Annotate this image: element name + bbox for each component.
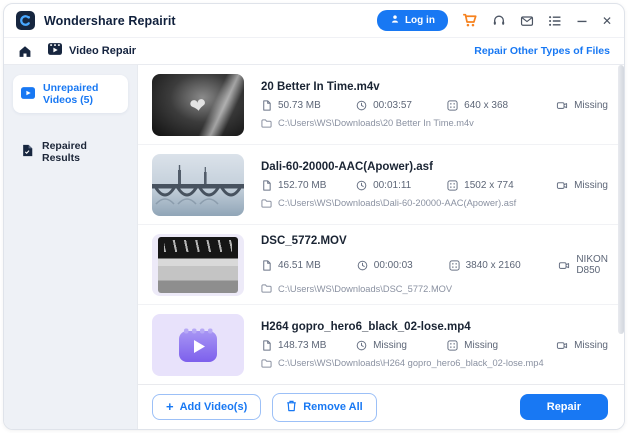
- sidebar-item-unrepaired-videos[interactable]: Unrepaired Videos (5): [13, 75, 128, 113]
- video-row[interactable]: DSC_5772.MOV 46.51 MB 00:00:03 3840 x 21…: [138, 225, 624, 305]
- video-row[interactable]: H264 gopro_hero6_black_02-lose.mp4 148.7…: [138, 305, 624, 384]
- unrepaired-videos-icon: [21, 87, 35, 102]
- add-videos-button[interactable]: + Add Video(s): [152, 394, 261, 420]
- video-repair-icon: [48, 42, 62, 60]
- camera-icon: [556, 100, 568, 111]
- camera-icon: [556, 340, 568, 351]
- remove-all-button[interactable]: Remove All: [272, 393, 377, 422]
- resolution-icon: [447, 180, 458, 191]
- video-duration: 00:01:11: [373, 180, 411, 191]
- video-title: 20 Better In Time.m4v: [261, 81, 608, 93]
- folder-icon: [261, 358, 272, 369]
- camera-icon: [556, 180, 568, 191]
- video-resolution: 640 x 368: [464, 100, 508, 111]
- video-row[interactable]: Dali-60-20000-AAC(Apower).asf 152.70 MB …: [138, 145, 624, 225]
- video-repair-label: Video Repair: [69, 45, 136, 57]
- video-title: Dali-60-20000-AAC(Apower).asf: [261, 161, 608, 173]
- login-label: Log in: [405, 15, 435, 26]
- navbar: Video Repair Repair Other Types of Files: [4, 38, 624, 65]
- video-row[interactable]: 20 Better In Time.m4v 50.73 MB 00:03:57 …: [138, 65, 624, 145]
- video-list: 20 Better In Time.m4v 50.73 MB 00:03:57 …: [138, 65, 624, 429]
- folder-icon: [261, 283, 272, 294]
- video-device: Missing: [574, 100, 608, 111]
- footer-toolbar: + Add Video(s) Remove All Repair: [138, 384, 624, 429]
- video-size: 50.73 MB: [278, 100, 321, 111]
- folder-icon: [261, 198, 272, 209]
- file-icon: [261, 340, 272, 351]
- user-icon: [390, 14, 400, 27]
- video-path: C:\Users\WS\Downloads\DSC_5772.MOV: [278, 284, 452, 294]
- video-duration: Missing: [373, 340, 407, 351]
- video-resolution: 3840 x 2160: [466, 260, 521, 271]
- file-icon: [261, 260, 272, 271]
- repaired-results-icon: [21, 144, 34, 160]
- video-resolution: 1502 x 774: [464, 180, 514, 191]
- plus-icon: +: [166, 402, 174, 412]
- sidebar: Unrepaired Videos (5) Repaired Results: [4, 65, 138, 429]
- resolution-icon: [449, 260, 460, 271]
- video-device: NIKON D850: [576, 254, 608, 276]
- sidebar-item-label: Unrepaired Videos (5): [43, 82, 120, 106]
- file-icon: [261, 100, 272, 111]
- video-size: 152.70 MB: [278, 180, 326, 191]
- minimize-icon[interactable]: [576, 15, 588, 27]
- clock-icon: [356, 100, 367, 111]
- resolution-icon: [447, 100, 458, 111]
- repair-button[interactable]: Repair: [520, 394, 608, 420]
- repairit-logo-icon: [16, 11, 35, 30]
- trash-icon: [286, 400, 297, 415]
- video-title: DSC_5772.MOV: [261, 235, 608, 247]
- app-window: Wondershare Repairit Log in ✕ Video Repa…: [3, 3, 625, 430]
- video-thumbnail: [152, 154, 244, 216]
- video-size: 46.51 MB: [278, 260, 321, 271]
- video-duration: 00:00:03: [374, 260, 413, 271]
- clock-icon: [356, 180, 367, 191]
- video-path: C:\Users\WS\Downloads\H264 gopro_hero6_b…: [278, 358, 544, 368]
- folder-icon: [261, 118, 272, 129]
- video-device: Missing: [574, 340, 608, 351]
- repair-other-types-link[interactable]: Repair Other Types of Files: [474, 45, 610, 57]
- login-button[interactable]: Log in: [377, 10, 448, 31]
- app-title: Wondershare Repairit: [44, 14, 176, 28]
- remove-all-label: Remove All: [303, 401, 363, 413]
- close-icon[interactable]: ✕: [602, 15, 612, 27]
- video-path: C:\Users\WS\Downloads\Dali-60-20000-AAC(…: [278, 198, 516, 208]
- video-size: 148.73 MB: [278, 340, 326, 351]
- clock-icon: [356, 340, 367, 351]
- file-icon: [261, 180, 272, 191]
- home-button[interactable]: [18, 45, 32, 58]
- video-thumbnail-placeholder: [152, 314, 244, 376]
- scrollbar[interactable]: [618, 65, 624, 334]
- camera-icon: [558, 260, 570, 271]
- titlebar: Wondershare Repairit Log in ✕: [4, 4, 624, 38]
- video-device: Missing: [574, 180, 608, 191]
- video-duration: 00:03:57: [373, 100, 412, 111]
- menu-list-icon[interactable]: [548, 15, 562, 27]
- video-resolution: Missing: [464, 340, 498, 351]
- clock-icon: [357, 260, 368, 271]
- video-title: H264 gopro_hero6_black_02-lose.mp4: [261, 321, 608, 333]
- video-thumbnail: [152, 234, 244, 296]
- resolution-icon: [447, 340, 458, 351]
- tab-video-repair[interactable]: Video Repair: [48, 42, 136, 60]
- video-path: C:\Users\WS\Downloads\20 Better In Time.…: [278, 118, 474, 128]
- add-videos-label: Add Video(s): [180, 401, 248, 413]
- mail-icon[interactable]: [520, 15, 534, 27]
- sidebar-item-repaired-results[interactable]: Repaired Results: [13, 133, 128, 171]
- headset-icon[interactable]: [492, 14, 506, 27]
- sidebar-item-label: Repaired Results: [42, 140, 120, 164]
- cart-icon[interactable]: [462, 13, 478, 28]
- video-thumbnail: [152, 74, 244, 136]
